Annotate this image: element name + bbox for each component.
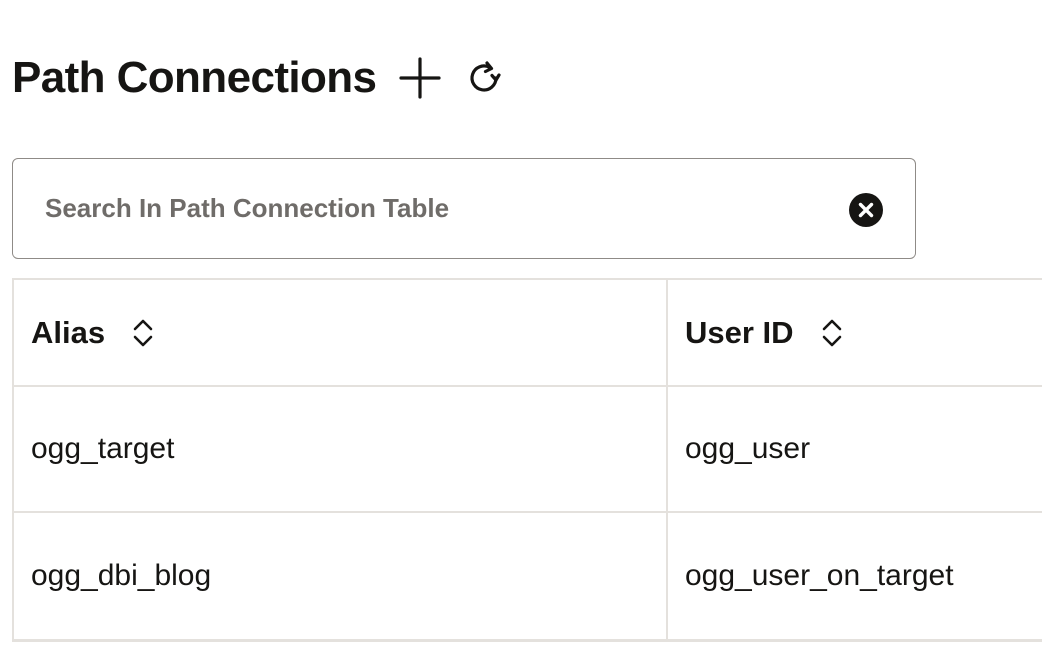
close-circle-icon — [849, 193, 883, 227]
user-id-cell: ogg_user — [685, 432, 811, 465]
path-connections-page: Path Connections Search In Path Connecti… — [0, 0, 1042, 652]
sort-chevrons-icon[interactable] — [131, 318, 155, 348]
page-header: Path Connections — [12, 48, 508, 108]
page-title: Path Connections — [12, 53, 377, 102]
column-header-user-id[interactable]: User ID — [668, 280, 1042, 385]
user-id-cell: ogg_user_on_target — [685, 559, 954, 592]
alias-cell: ogg_dbi_blog — [14, 513, 668, 639]
clear-search-button[interactable] — [849, 193, 883, 227]
refresh-button[interactable] — [460, 54, 508, 102]
table-header-row: Alias User ID — [14, 280, 1042, 387]
sort-chevrons-icon[interactable] — [820, 318, 844, 348]
table-row[interactable]: ogg_target ogg_user — [14, 387, 1042, 513]
alias-cell: ogg_target — [14, 387, 668, 511]
search-input[interactable] — [45, 159, 835, 258]
column-header-label: User ID — [685, 314, 794, 350]
column-header-alias[interactable]: Alias — [14, 280, 668, 385]
search-field — [12, 158, 916, 259]
path-connections-table: Alias User ID ogg_target ogg_user ogg_db… — [12, 278, 1042, 642]
plus-icon — [399, 57, 442, 99]
refresh-icon — [470, 61, 502, 92]
table-row[interactable]: ogg_dbi_blog ogg_user_on_target — [14, 513, 1042, 639]
column-header-label: Alias — [31, 314, 106, 350]
add-path-connection-button[interactable] — [396, 54, 444, 102]
